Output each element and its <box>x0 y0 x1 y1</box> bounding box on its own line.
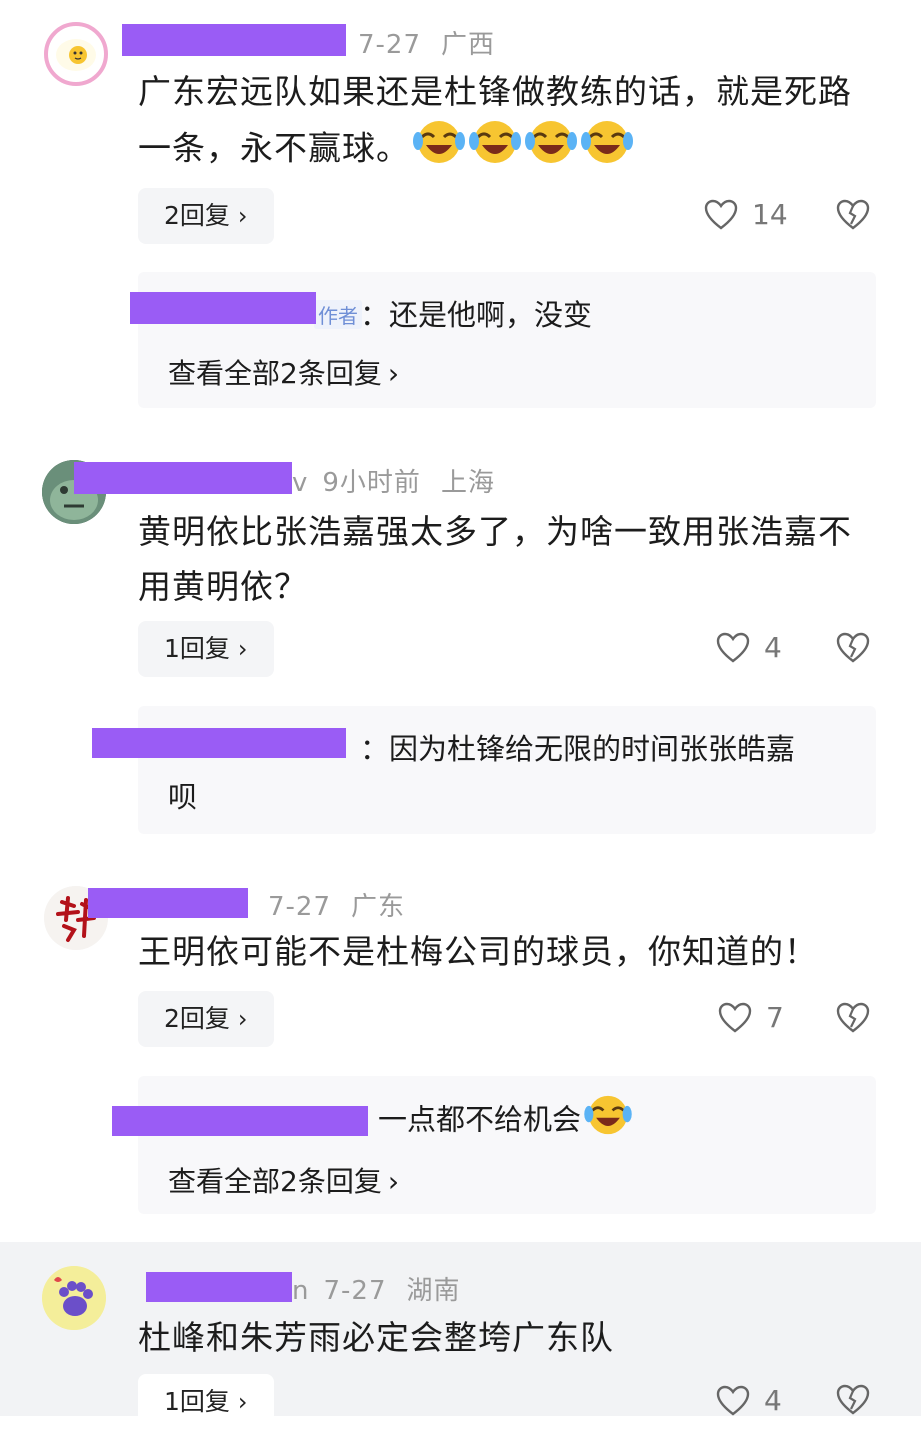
author-tag: 作者 <box>314 300 362 329</box>
chevron-right-icon: › <box>387 1165 400 1198</box>
heart-outline-icon <box>718 1002 752 1033</box>
heart-outline-icon <box>716 1385 750 1416</box>
comment-2: v 9小时前 上海 黄明依比张浩嘉强太多了，为啥一致用张浩嘉不用黄明依？ 1回复 › … <box>0 430 921 860</box>
reply-count-button[interactable]: 1回复 › <box>138 1374 274 1430</box>
reply-preview-text: ：因为杜锋给无限的时间张张皓嘉 <box>360 732 796 766</box>
avatar[interactable] <box>44 22 108 86</box>
comment-location: 广东 <box>351 892 406 922</box>
broken-heart-icon <box>836 632 870 663</box>
dislike-button[interactable] <box>836 1384 870 1420</box>
comment-3: 7-27 广东 王明依可能不是杜梅公司的球员，你知道的！ 2回复 › 7 一点都不给… <box>0 860 921 1240</box>
heart-outline-icon <box>704 199 738 230</box>
redacted-reply-username <box>112 1106 368 1136</box>
paw-avatar-icon <box>42 1266 106 1330</box>
avatar[interactable] <box>42 1266 106 1330</box>
reply-count-label: 2回复 <box>164 1004 230 1033</box>
reply-count-label: 2回复 <box>164 201 230 230</box>
dislike-button[interactable] <box>836 199 870 235</box>
comment-location: 上海 <box>440 468 495 498</box>
view-all-replies-label: 查看全部2条回复 <box>168 357 382 390</box>
username-tail: v <box>292 468 309 498</box>
comment-4: n 7-27 湖南 杜峰和朱芳雨必定会整垮广东队 1回复 › 4 <box>0 1242 921 1430</box>
reply-preview-text-body: 一点都不给机会 <box>378 1102 582 1137</box>
reply-preview-text: 一点都不给机会 <box>378 1094 633 1149</box>
comment-date: 7-27 <box>268 892 332 922</box>
like-count: 4 <box>764 1384 782 1417</box>
like-count: 14 <box>752 198 788 231</box>
reply-count-label: 1回复 <box>164 634 230 663</box>
laughing-crying-emoji-icon <box>583 1094 633 1149</box>
chevron-right-icon: › <box>237 1388 248 1416</box>
laughing-crying-emoji-icon <box>524 119 578 181</box>
broken-heart-icon <box>836 1384 870 1415</box>
like-count: 4 <box>764 631 782 664</box>
broken-heart-icon <box>836 1002 870 1033</box>
reply-count-button[interactable]: 2回复 › <box>138 188 274 244</box>
redacted-username <box>122 24 346 56</box>
like-count: 7 <box>766 1001 784 1034</box>
comment-meta: n 7-27 湖南 <box>292 1270 481 1307</box>
comment-location: 广西 <box>441 30 496 60</box>
comment-1: 7-27 广西 广东宏远队如果还是杜锋做教练的话，就是死路一条，永不赢球。 2回复… <box>0 0 921 430</box>
comment-date: 7-27 <box>358 30 422 60</box>
chevron-right-icon: › <box>237 1005 248 1033</box>
broken-heart-icon <box>836 199 870 230</box>
view-all-replies-link[interactable]: 查看全部2条回复 › <box>168 1160 399 1200</box>
redacted-reply-username <box>130 292 316 324</box>
redacted-username <box>146 1272 292 1302</box>
reply-preview-text: ：还是他啊，没变 <box>360 298 593 332</box>
comment-text: 杜峰和朱芳雨必定会整垮广东队 <box>138 1318 614 1357</box>
comment-meta: v 9小时前 上海 <box>292 462 515 499</box>
comment-text: 黄明依比张浩嘉强太多了，为啥一致用张浩嘉不用黄明依？ <box>138 512 852 606</box>
comment-location: 湖南 <box>406 1276 461 1306</box>
egg-avatar-icon <box>56 39 96 71</box>
laughing-crying-emoji-icon <box>580 119 634 181</box>
heart-outline-icon <box>716 632 750 663</box>
reply-preview[interactable]: ：因为杜锋给无限的时间张张皓嘉 呗 <box>138 706 876 834</box>
chevron-right-icon: › <box>387 357 400 390</box>
view-all-replies-link[interactable]: 查看全部2条回复 › <box>168 352 399 392</box>
reply-preview[interactable]: 一点都不给机会 查看全部2条回复 › <box>138 1076 876 1214</box>
comment-text: 王明依可能不是杜梅公司的球员，你知道的！ <box>138 932 818 971</box>
comment-text: 广东宏远队如果还是杜锋做教练的话，就是死路一条，永不赢球。 <box>138 64 878 181</box>
like-button[interactable]: 4 <box>716 1384 782 1417</box>
dislike-button[interactable] <box>836 632 870 668</box>
like-button[interactable]: 7 <box>718 1001 784 1034</box>
view-all-replies-label: 查看全部2条回复 <box>168 1165 382 1198</box>
comment-date: 7-27 <box>323 1276 387 1306</box>
comment-meta: 7-27 广西 <box>358 24 515 61</box>
like-button[interactable]: 14 <box>704 198 788 231</box>
reply-count-label: 1回复 <box>164 1387 230 1416</box>
dislike-button[interactable] <box>836 1002 870 1038</box>
like-button[interactable]: 4 <box>716 631 782 664</box>
laughing-crying-emoji-icon <box>412 119 466 181</box>
chevron-right-icon: › <box>237 635 248 663</box>
reply-count-button[interactable]: 2回复 › <box>138 991 274 1047</box>
chevron-right-icon: › <box>237 202 248 230</box>
redacted-username <box>74 462 292 494</box>
username-tail: n <box>292 1276 310 1306</box>
reply-count-button[interactable]: 1回复 › <box>138 621 274 677</box>
redacted-reply-username <box>92 728 346 758</box>
reply-preview-text-continued: 呗 <box>168 780 198 814</box>
comment-date: 9小时前 <box>322 468 421 498</box>
redacted-username <box>88 888 248 918</box>
comment-meta: 7-27 广东 <box>268 886 425 923</box>
laughing-crying-emoji-icon <box>468 119 522 181</box>
